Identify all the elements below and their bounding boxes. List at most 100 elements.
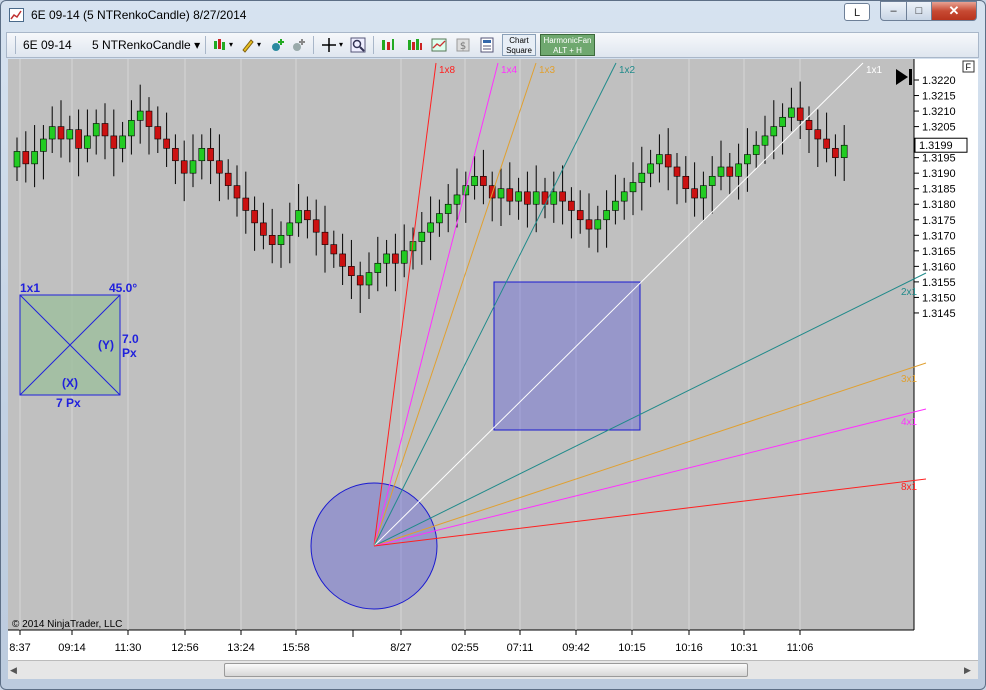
square-y-value: 7.0 <box>122 332 139 346</box>
candle-down <box>172 148 179 162</box>
horizontal-scrollbar[interactable]: ◀ ▶ <box>8 660 978 679</box>
candle-down <box>251 210 258 224</box>
candle-down <box>559 191 566 202</box>
current-price-label: 1.3199 <box>919 140 953 152</box>
price-tick-label: 1.3180 <box>922 199 956 211</box>
price-tick-label: 1.3150 <box>922 292 956 304</box>
candle-down <box>216 160 223 174</box>
bar-type-icon[interactable] <box>212 37 228 53</box>
candle-down <box>348 266 355 276</box>
svg-text:$: $ <box>460 41 466 52</box>
candle-down <box>356 275 364 286</box>
toolbar-separator <box>373 36 374 54</box>
candle-down <box>392 253 399 264</box>
chevron-down-icon[interactable]: ▾ <box>257 36 261 54</box>
plot-area[interactable] <box>8 59 914 630</box>
candle-up <box>365 272 373 286</box>
close-button[interactable]: ✕ <box>931 1 977 21</box>
chart-square-button[interactable]: Chart Square <box>502 34 536 56</box>
title-bar[interactable]: 6E 09-14 (5 NTRenkoCandle) 8/27/2014 L –… <box>1 1 985 31</box>
candle-up <box>717 166 725 177</box>
square-y-axis-label: (Y) <box>98 338 114 352</box>
candle-up <box>128 120 135 137</box>
candle-up <box>374 262 382 273</box>
chevron-down-icon[interactable]: ▾ <box>339 36 343 54</box>
data-box-icon[interactable] <box>479 37 495 53</box>
scroll-right-arrow-icon[interactable]: ▶ <box>964 665 974 675</box>
candle-down <box>75 129 82 149</box>
candle-up <box>603 210 610 221</box>
f-button[interactable]: F <box>962 60 975 73</box>
scroll-left-arrow-icon[interactable]: ◀ <box>10 665 20 675</box>
candle-up <box>735 163 742 177</box>
fan-label-1x3: 1x3 <box>539 65 556 76</box>
time-tick-label: 11:30 <box>115 642 142 654</box>
candle-down <box>664 154 672 168</box>
candle-up <box>770 126 778 137</box>
minimize-button[interactable]: – <box>880 1 907 21</box>
fan-label-1x8: 1x8 <box>439 65 456 76</box>
square-x-value: 7 Px <box>56 396 81 410</box>
candle-down <box>682 175 690 190</box>
chart-properties-icon[interactable] <box>431 37 447 53</box>
add-indicator-icon[interactable] <box>270 37 286 53</box>
data-series-icon[interactable] <box>380 37 396 53</box>
candle-down <box>541 191 549 205</box>
candle-up <box>497 188 505 199</box>
money-icon[interactable]: $ <box>455 37 471 53</box>
candle-down <box>814 129 822 140</box>
candle-up <box>383 253 390 264</box>
candle-down <box>268 235 276 245</box>
candle-up <box>788 107 795 118</box>
maximize-button[interactable]: □ <box>906 1 932 21</box>
candle-up <box>444 203 452 214</box>
fan-label-1x1: 1x1 <box>866 65 883 76</box>
candle-down <box>524 191 531 205</box>
candle-up <box>594 219 602 230</box>
time-tick-label: 13:24 <box>227 642 255 654</box>
scroll-thumb[interactable] <box>224 663 748 677</box>
crosshair-icon[interactable] <box>321 37 337 53</box>
pencil-icon[interactable] <box>240 37 256 53</box>
price-tick-label: 1.3155 <box>922 277 956 289</box>
candle-up <box>612 200 619 211</box>
candle-up <box>744 154 751 165</box>
candle-down <box>480 175 487 186</box>
candle-down <box>823 138 830 149</box>
candle-down <box>224 172 232 186</box>
square-x-axis-label: (X) <box>62 376 78 390</box>
time-tick-label: 8/27 <box>390 642 411 654</box>
time-tick-label: 09:14 <box>58 642 86 654</box>
instrument-selector[interactable]: 6E 09-14 <box>23 36 72 54</box>
chart-app-icon <box>9 8 24 22</box>
candle-down <box>22 151 30 165</box>
price-tick-label: 1.3220 <box>922 75 956 87</box>
chevron-down-icon: ▾ <box>194 38 201 52</box>
zoom-icon[interactable] <box>350 37 366 53</box>
indicators-icon[interactable] <box>407 37 423 53</box>
time-tick-label: 12:56 <box>171 642 199 654</box>
strategy-icon[interactable] <box>291 37 307 53</box>
candle-down <box>339 253 346 267</box>
candle-up <box>40 138 47 152</box>
candle-up <box>638 172 646 183</box>
chevron-down-icon[interactable]: ▾ <box>229 36 233 54</box>
candle-up <box>400 250 408 264</box>
link-button[interactable]: L <box>844 3 870 21</box>
candle-down <box>101 123 109 137</box>
price-chart[interactable]: 1x8 1x4 1x3 1x2 1x1 2x1 3x1 4x1 8x1 1.3220 1.3215… <box>8 59 978 659</box>
square-angle-label: 45.0° <box>109 281 137 295</box>
candle-down <box>726 166 734 177</box>
fan-label-1x4: 1x4 <box>501 65 518 76</box>
candle-up <box>629 182 637 193</box>
harmonic-fan-button[interactable]: HarmonicFan ALT + H <box>540 34 595 56</box>
chart-panel[interactable]: 1x8 1x4 1x3 1x2 1x1 2x1 3x1 4x1 8x1 1.3220 1.3215… <box>8 59 978 679</box>
candle-down <box>805 120 813 130</box>
candle-down <box>304 210 311 221</box>
candle-up <box>48 126 56 140</box>
candle-down <box>163 138 170 149</box>
candle-up <box>761 135 769 146</box>
candle-down <box>585 219 593 230</box>
interval-selector[interactable]: 5 NTRenkoCandle ▾ <box>92 36 200 54</box>
candle-up <box>136 110 144 121</box>
